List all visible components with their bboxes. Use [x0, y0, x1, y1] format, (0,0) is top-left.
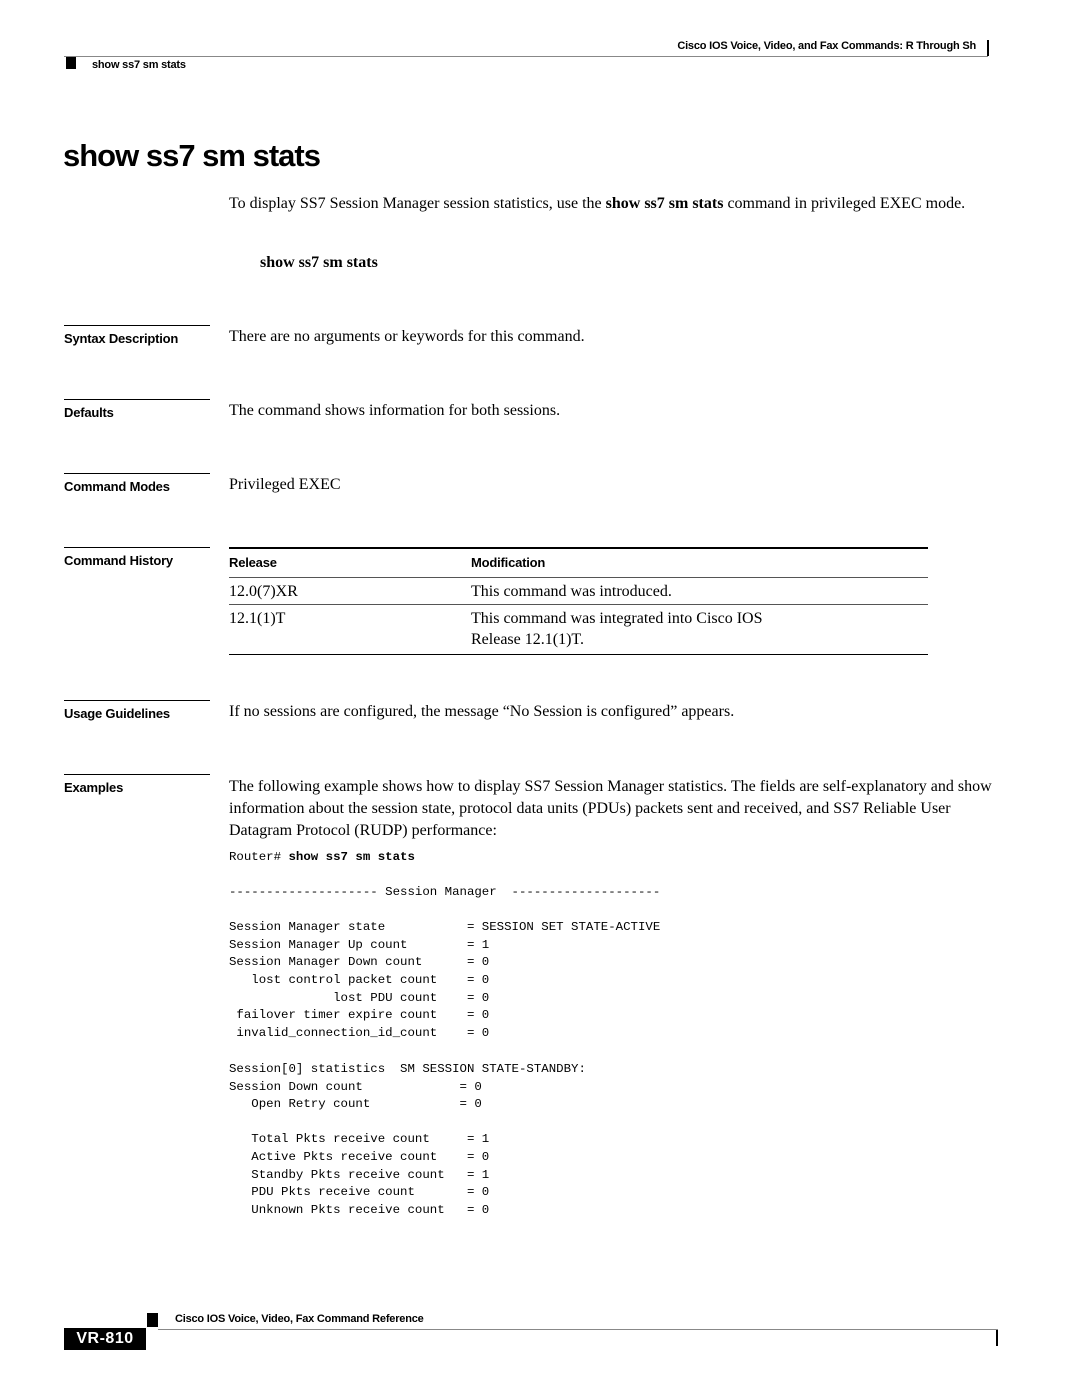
release-cell: 12.1(1)T [229, 610, 286, 627]
table-row: 12.0(7)XR This command was introduced. [229, 578, 928, 605]
intro-command: show ss7 sm stats [605, 195, 724, 212]
footer-vertical-bar [996, 1330, 998, 1346]
example-output-session-manager: -------------------- Session Manager ---… [229, 884, 660, 1042]
output-line: Unknown Pkts receive count = 0 [229, 1202, 490, 1217]
footer-square-marker-icon [147, 1313, 158, 1327]
modification-cell: This command was introduced. [471, 583, 672, 600]
output-line: Active Pkts receive count = 0 [229, 1149, 490, 1164]
output-line: Session Manager Down count = 0 [229, 955, 490, 970]
output-line: Standby Pkts receive count = 1 [229, 1167, 490, 1182]
syntax-description-text: There are no arguments or keywords for t… [229, 328, 585, 345]
syntax-description-label: Syntax Description [64, 331, 179, 346]
page-title: show ss7 sm stats [63, 138, 321, 173]
column-header-modification: Modification [471, 555, 546, 570]
defaults-rule [64, 399, 210, 400]
output-line: Session Manager state = SESSION SET STAT… [229, 920, 661, 935]
output-line: Session[0] statistics SM SESSION STATE-S… [229, 1062, 586, 1076]
output-line: Session Down count = 0 [229, 1079, 482, 1094]
column-header-release: Release [229, 555, 277, 570]
table-row: 12.1(1)T This command was integrated int… [229, 605, 928, 655]
page-number: VR-810 [64, 1328, 146, 1350]
command-modes-text: Privileged EXEC [229, 476, 341, 493]
footer-book-title: Cisco IOS Voice, Video, Fax Command Refe… [175, 1313, 424, 1325]
example-output-session-statistics: Session[0] statistics SM SESSION STATE-S… [229, 1061, 586, 1219]
intro-paragraph: To display SS7 Session Manager session s… [229, 193, 999, 215]
modification-line-1: This command was integrated into Cisco I… [471, 610, 763, 627]
usage-guidelines-rule [64, 700, 210, 701]
command-modes-label: Command Modes [64, 479, 170, 494]
syntax-command: show ss7 sm stats [260, 254, 378, 271]
examples-label: Examples [64, 780, 124, 795]
output-line: Session Manager Up count = 1 [229, 937, 490, 952]
output-line: lost control packet count = 0 [229, 972, 490, 987]
command-modes-rule [64, 473, 210, 474]
output-line: failover timer expire count = 0 [229, 1008, 490, 1023]
command-history-label: Command History [64, 553, 173, 568]
header-vertical-bar [987, 40, 989, 56]
header-square-marker-icon [66, 57, 76, 69]
command-history-table: Release Modification 12.0(7)XR This comm… [229, 547, 928, 655]
examples-rule [64, 774, 210, 775]
header-breadcrumb: show ss7 sm stats [92, 59, 186, 71]
modification-cell: This command was integrated into Cisco I… [471, 608, 871, 650]
modification-line-2: Release 12.1(1)T. [471, 631, 584, 648]
intro-text-after: command in privileged EXEC mode. [723, 195, 966, 212]
examples-text: The following example shows how to displ… [229, 778, 992, 839]
output-line: invalid_connection_id_count = 0 [229, 1025, 490, 1040]
output-line: -------------------- Session Manager ---… [229, 885, 661, 899]
usage-guidelines-text: If no sessions are configured, the messa… [229, 703, 735, 720]
syntax-description-rule [64, 325, 210, 326]
footer-rule [158, 1329, 998, 1330]
output-line: PDU Pkts receive count = 0 [229, 1185, 490, 1200]
output-line: Total Pkts receive count = 1 [229, 1132, 490, 1147]
intro-text-before: To display SS7 Session Manager session s… [229, 195, 606, 212]
table-header-row: Release Modification [229, 549, 928, 578]
router-prompt: Router# [229, 850, 289, 864]
release-cell: 12.0(7)XR [229, 583, 298, 600]
example-command: show ss7 sm stats [288, 850, 415, 864]
defaults-label: Defaults [64, 405, 114, 420]
usage-guidelines-label: Usage Guidelines [64, 706, 170, 721]
header-rule [64, 56, 988, 57]
defaults-text: The command shows information for both s… [229, 402, 561, 419]
header-book-title: Cisco IOS Voice, Video, and Fax Commands… [677, 40, 976, 52]
example-command-line: Router# show ss7 sm stats [229, 849, 415, 867]
output-line: Open Retry count = 0 [229, 1097, 482, 1112]
command-history-rule [64, 547, 210, 548]
output-line: lost PDU count = 0 [229, 990, 490, 1005]
